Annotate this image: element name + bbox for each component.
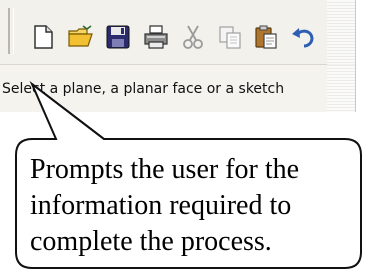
callout-line-1: Prompts the user for the (30, 154, 300, 185)
callout-line-3: complete the process. (30, 226, 272, 257)
callout-text: Prompts the user for the information req… (30, 152, 365, 260)
callout-line-2: information required to (30, 190, 292, 221)
